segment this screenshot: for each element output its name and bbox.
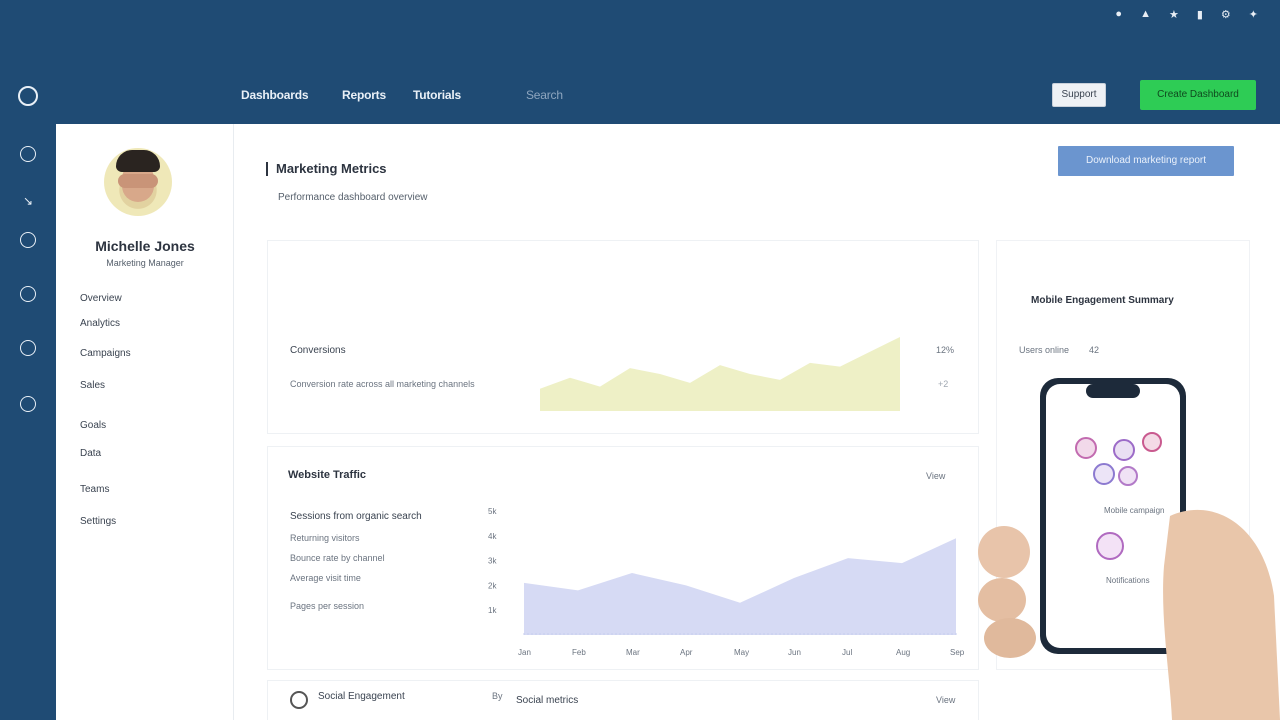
conversions-value: 12% bbox=[936, 345, 955, 355]
main-surface: Michelle Jones Marketing Manager Overvie… bbox=[56, 124, 1280, 720]
traffic-card: Website Traffic View Sessions from organ… bbox=[267, 446, 979, 670]
traffic-stat: Sessions from organic search bbox=[290, 511, 422, 522]
traffic-stat: Returning visitors bbox=[290, 533, 360, 543]
traffic-stat: Bounce rate by channel bbox=[290, 553, 385, 563]
create-dashboard-button[interactable]: Create Dashboard bbox=[1140, 80, 1256, 110]
profile-subtitle: Marketing Manager bbox=[106, 258, 184, 268]
profile-name: Michelle Jones bbox=[95, 238, 195, 254]
conversions-area bbox=[540, 337, 900, 411]
x-tick-label: Apr bbox=[680, 648, 693, 657]
traffic-title: Website Traffic bbox=[288, 469, 367, 481]
wifi-icon[interactable]: ● bbox=[1115, 8, 1122, 21]
traffic-view-link[interactable]: View bbox=[926, 471, 945, 481]
globe-icon[interactable] bbox=[20, 232, 36, 248]
y-tick-label: 3k bbox=[488, 557, 497, 566]
users-online-count: 42 bbox=[1089, 345, 1100, 355]
phone-caption-notifications: Notifications bbox=[1106, 576, 1150, 585]
nav-search[interactable]: Search bbox=[526, 88, 563, 102]
social-view-link[interactable]: View bbox=[936, 695, 955, 705]
conversions-sublabel: Conversion rate across all marketing cha… bbox=[290, 379, 475, 389]
social-col1: By bbox=[492, 691, 503, 701]
x-tick-label: Jan bbox=[518, 648, 531, 657]
sidebar-item-settings[interactable]: Settings bbox=[80, 516, 116, 527]
traffic-area bbox=[524, 538, 956, 635]
refresh-icon[interactable] bbox=[20, 396, 36, 412]
check-icon[interactable] bbox=[20, 340, 36, 356]
left-rail: ↘ bbox=[0, 66, 56, 720]
x-tick-label: Aug bbox=[896, 648, 910, 657]
x-tick-label: Jul bbox=[842, 648, 852, 657]
phone-illustration: Mobile campaign Notifications bbox=[974, 376, 1280, 720]
sidebar-item-goals[interactable]: Goals bbox=[80, 420, 106, 431]
signal-icon[interactable]: ▲ bbox=[1140, 8, 1151, 21]
nav-dashboards[interactable]: Dashboards bbox=[241, 88, 309, 102]
download-report-button[interactable]: Download marketing report bbox=[1058, 146, 1234, 176]
page-title: Marketing Metrics bbox=[266, 162, 387, 176]
top-navbar: Dashboards Reports Tutorials Search Supp… bbox=[56, 66, 1280, 124]
bluetooth-icon[interactable]: ★ bbox=[1169, 8, 1179, 21]
avatar[interactable] bbox=[104, 148, 172, 216]
support-button[interactable]: Support bbox=[1052, 83, 1106, 107]
y-tick-label: 5k bbox=[488, 507, 497, 516]
home-icon[interactable] bbox=[18, 86, 38, 106]
sidebar-item-overview[interactable]: Overview bbox=[80, 293, 122, 304]
cursor-icon[interactable]: ↘ bbox=[23, 194, 33, 208]
traffic-area-chart: 5k 4k 3k 2k 1k Jan Feb Mar Apr May Jun Jul Aug Sep bbox=[488, 507, 965, 657]
x-tick-label: May bbox=[734, 648, 749, 657]
sidebar-item-teams[interactable]: Teams bbox=[80, 484, 109, 495]
conversions-card: Conversions Conversion rate across all m… bbox=[267, 240, 979, 434]
sidebar-item-sales[interactable]: Sales bbox=[80, 380, 105, 391]
settings-icon[interactable]: ⚙ bbox=[1221, 8, 1231, 21]
conversions-area-chart bbox=[540, 337, 900, 411]
x-tick-label: Mar bbox=[626, 648, 640, 657]
mobile-summary-title: Mobile Engagement Summary bbox=[1031, 295, 1174, 306]
sidebar-item-analytics[interactable]: Analytics bbox=[80, 318, 120, 329]
chat-icon[interactable] bbox=[20, 286, 36, 302]
users-online-label: Users online bbox=[1019, 345, 1070, 355]
twitter-icon[interactable]: ✦ bbox=[1249, 8, 1258, 21]
traffic-stat: Pages per session bbox=[290, 601, 365, 611]
nav-reports[interactable]: Reports bbox=[342, 88, 386, 102]
nav-tutorials[interactable]: Tutorials bbox=[413, 88, 461, 102]
system-bar: ● ▲ ★ ▮ ⚙ ✦ bbox=[0, 0, 1280, 66]
conversions-delta: +2 bbox=[938, 379, 949, 389]
social-card: Social Engagement By Social metrics View bbox=[267, 680, 979, 720]
battery-icon[interactable]: ▮ bbox=[1197, 8, 1203, 21]
social-icon bbox=[290, 691, 308, 709]
clock-icon[interactable] bbox=[20, 146, 36, 162]
sidebar-item-data[interactable]: Data bbox=[80, 448, 101, 459]
phone-caption-campaign: Mobile campaign bbox=[1104, 506, 1165, 515]
social-title: Social Engagement bbox=[318, 691, 405, 702]
y-tick-label: 4k bbox=[488, 532, 497, 541]
profile-sidebar: Michelle Jones Marketing Manager Overvie… bbox=[56, 124, 234, 720]
sidebar-item-campaigns[interactable]: Campaigns bbox=[80, 348, 131, 359]
x-tick-label: Sep bbox=[950, 648, 965, 657]
y-tick-label: 2k bbox=[488, 581, 497, 590]
conversions-label: Conversions bbox=[290, 345, 346, 356]
social-col2: Social metrics bbox=[516, 695, 579, 706]
x-tick-label: Jun bbox=[788, 648, 801, 657]
page-subtitle: Performance dashboard overview bbox=[278, 192, 428, 203]
traffic-stat: Average visit time bbox=[290, 573, 361, 583]
y-tick-label: 1k bbox=[488, 606, 497, 615]
x-tick-label: Feb bbox=[572, 648, 586, 657]
